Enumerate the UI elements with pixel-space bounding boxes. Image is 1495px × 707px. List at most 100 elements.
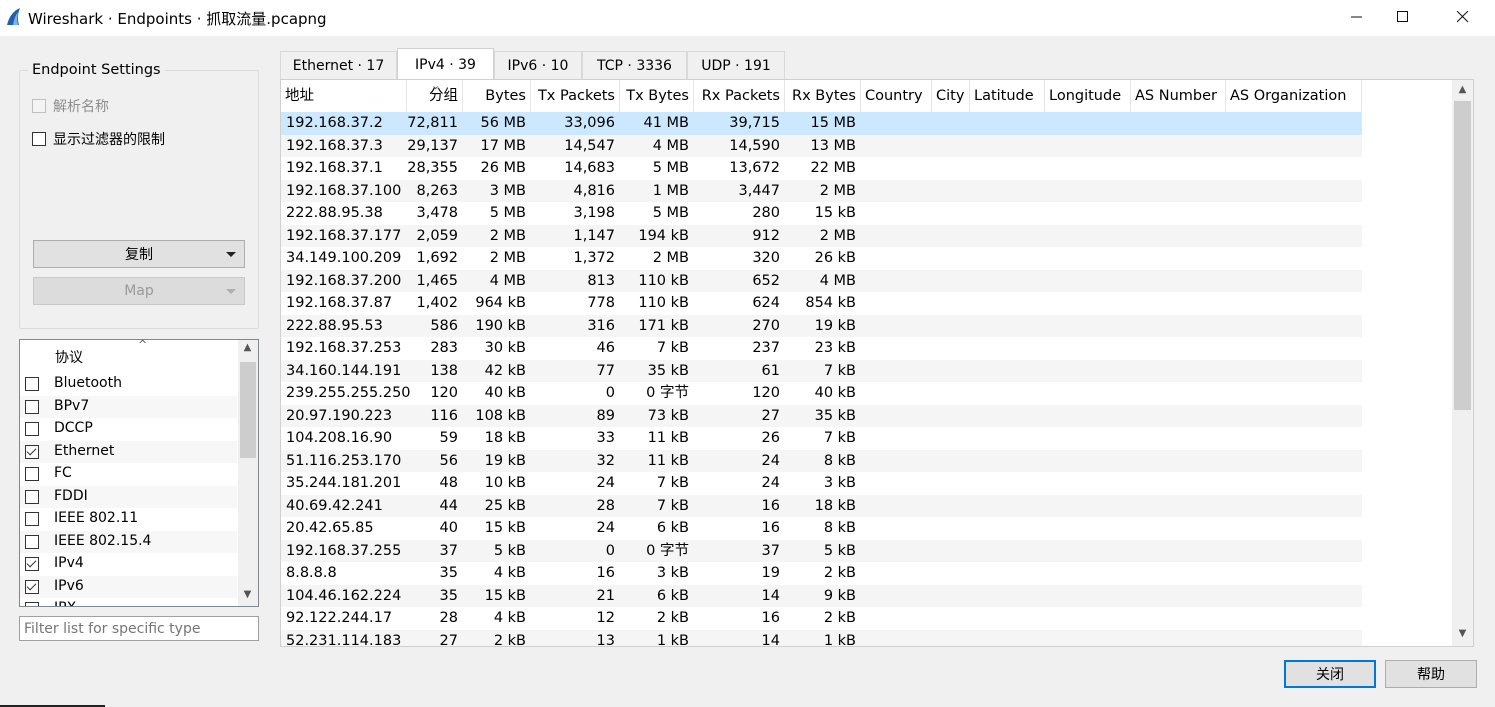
protocol-checkbox[interactable] — [25, 399, 39, 414]
chevron-down-icon — [226, 252, 236, 257]
column-header-rx-bytes[interactable]: Rx Bytes — [785, 80, 861, 112]
protocol-checkbox[interactable] — [25, 557, 39, 571]
protocol-list[interactable]: 协议 ^ Bluetooth BPv7 DCCP Ethernet FC FDDI IEEE… — [19, 339, 259, 607]
scrollbar-thumb[interactable] — [1454, 101, 1471, 410]
tab-udp[interactable]: UDP · 191 — [687, 51, 785, 79]
protocol-checkbox[interactable] — [25, 444, 39, 459]
table-row[interactable]: 92.122.244.17 28 4 kB 12 2 kB 16 2 kB — [281, 607, 1362, 630]
table-row[interactable]: 192.168.37.3 29,137 17 MB 14,547 4 MB 14,590 1… — [281, 134, 1362, 157]
protocol-list-scrollbar[interactable]: ▲ ▼ — [238, 340, 258, 606]
cell-address: 192.168.37.2 — [286, 115, 383, 131]
endpoints-table[interactable]: 地址 分组 Bytes Tx Packets Tx Bytes Rx Packets Rx … — [280, 79, 1474, 647]
table-row[interactable]: 192.168.37.200 1,465 4 MB 813 110 kB 652 4 MB — [281, 269, 1362, 292]
column-header-tx-bytes[interactable]: Tx Bytes — [620, 80, 694, 112]
column-header-city[interactable]: City — [932, 80, 970, 112]
table-row[interactable]: 40.69.42.241 44 25 kB 28 7 kB 16 18 kB — [281, 494, 1362, 517]
column-header-as-organization[interactable]: AS Organization — [1226, 80, 1362, 112]
column-header-latitude[interactable]: Latitude — [970, 80, 1045, 112]
table-row[interactable]: 192.168.37.253 283 30 kB 46 7 kB 237 23 kB — [281, 337, 1362, 360]
protocol-item[interactable]: DCCP — [20, 418, 237, 441]
protocol-item[interactable]: IPv6 — [20, 575, 237, 598]
protocol-item[interactable]: BPv7 — [20, 395, 237, 418]
protocol-checkbox[interactable] — [25, 422, 39, 436]
table-row[interactable]: 222.88.95.53 586 190 kB 316 171 kB 270 19 kB — [281, 314, 1362, 337]
protocol-item[interactable]: IPX — [20, 598, 237, 606]
column-header-tx-packets[interactable]: Tx Packets — [531, 80, 620, 112]
close-button-label: 关闭 — [1316, 667, 1344, 683]
protocol-checkbox[interactable] — [25, 512, 39, 526]
cell-bytes: 2 kB — [493, 632, 526, 647]
cell-rx-packets: 37 — [761, 542, 780, 559]
table-row[interactable]: 192.168.37.255 37 5 kB 0 0 字节 37 5 kB — [281, 539, 1362, 562]
tab-ipv6[interactable]: IPv6 · 10 — [494, 51, 582, 79]
table-row[interactable]: 192.168.37.177 2,059 2 MB 1,147 194 kB 912 2 M… — [281, 224, 1362, 247]
column-header-rx-packets[interactable]: Rx Packets — [694, 80, 785, 112]
limit-to-filter-option[interactable]: 显示过滤器的限制 — [32, 129, 165, 149]
table-row[interactable]: 34.160.144.191 138 42 kB 77 35 kB 61 7 kB — [281, 359, 1362, 382]
table-row[interactable]: 34.149.100.209 1,692 2 MB 1,372 2 MB 320 26 kB — [281, 247, 1362, 270]
protocol-item[interactable]: Ethernet — [20, 440, 237, 463]
table-row[interactable]: 192.168.37.1 28,355 26 MB 14,683 5 MB 13,672 2… — [281, 157, 1362, 180]
scroll-down-icon[interactable]: ▼ — [239, 589, 256, 600]
tab-ipv4[interactable]: IPv4 · 39 — [397, 48, 494, 80]
scroll-up-icon[interactable]: ▲ — [239, 342, 256, 353]
protocol-checkbox[interactable] — [25, 534, 39, 549]
protocol-checkbox[interactable] — [25, 579, 39, 594]
protocol-item[interactable]: FDDI — [20, 485, 237, 508]
protocol-checkbox[interactable] — [25, 602, 39, 606]
protocol-item[interactable]: IEEE 802.15.4 — [20, 530, 237, 553]
cell-rx-packets: 120 — [752, 385, 780, 401]
help-button[interactable]: 帮助 — [1385, 660, 1477, 688]
protocol-checkbox[interactable] — [25, 377, 39, 391]
column-header-country[interactable]: Country — [861, 80, 932, 112]
cell-bytes: 4 kB — [493, 565, 526, 581]
protocol-label: IPv4 — [54, 555, 84, 571]
cell-bytes: 26 MB — [480, 160, 526, 176]
cell-tx-bytes: 7 kB — [656, 475, 689, 491]
scrollbar-thumb[interactable] — [240, 362, 256, 458]
tab-ethernet[interactable]: Ethernet · 17 — [280, 51, 397, 79]
cell-packets: 586 — [430, 317, 458, 334]
cell-tx-packets: 77 — [596, 362, 615, 379]
protocol-filter-input[interactable] — [19, 616, 259, 641]
protocol-checkbox[interactable] — [25, 489, 39, 504]
column-header-as-number[interactable]: AS Number — [1131, 80, 1226, 112]
table-row[interactable]: 192.168.37.2 72,811 56 MB 33,096 41 MB 39,715… — [281, 112, 1362, 135]
protocol-checkbox[interactable] — [25, 467, 39, 481]
close-button[interactable]: 关闭 — [1284, 660, 1376, 688]
column-header-bytes[interactable]: Bytes — [463, 80, 531, 112]
table-row[interactable]: 104.46.162.224 35 15 kB 21 6 kB 14 9 kB — [281, 584, 1362, 607]
cell-packets: 116 — [430, 407, 458, 424]
column-header-address[interactable]: 地址 — [281, 80, 407, 112]
scroll-down-icon[interactable]: ▼ — [1454, 628, 1471, 639]
limit-to-filter-checkbox[interactable] — [32, 132, 46, 146]
table-row[interactable]: 239.255.255.250 120 40 kB 0 0 字节 120 40 kB — [281, 382, 1362, 405]
protocol-item[interactable]: FC — [20, 463, 237, 486]
table-row[interactable]: 222.88.95.38 3,478 5 MB 3,198 5 MB 280 15 kB — [281, 202, 1362, 225]
table-row[interactable]: 192.168.37.100 8,263 3 MB 4,816 1 MB 3,447 2 M… — [281, 179, 1362, 202]
copy-button[interactable]: 复制 — [33, 240, 245, 268]
minimize-button[interactable] — [1334, 0, 1380, 34]
table-row[interactable]: 51.116.253.170 56 19 kB 32 11 kB 24 8 kB — [281, 449, 1362, 472]
scroll-up-icon[interactable]: ▲ — [1454, 84, 1471, 95]
close-window-button[interactable] — [1440, 0, 1486, 34]
tab-tcp[interactable]: TCP · 3336 — [582, 51, 687, 79]
table-row[interactable]: 20.42.65.85 40 15 kB 24 6 kB 16 8 kB — [281, 517, 1362, 540]
table-scrollbar[interactable]: ▲ ▼ — [1452, 80, 1473, 646]
protocol-item[interactable]: Bluetooth — [20, 373, 237, 396]
cell-packets: 44 — [439, 497, 458, 514]
table-row[interactable]: 8.8.8.8 35 4 kB 16 3 kB 19 2 kB — [281, 562, 1362, 585]
cell-packets: 2,059 — [416, 227, 458, 244]
protocol-list-header[interactable]: 协议 ^ — [20, 340, 237, 370]
maximize-button[interactable] — [1380, 0, 1426, 34]
column-header-longitude[interactable]: Longitude — [1045, 80, 1131, 112]
table-row[interactable]: 35.244.181.201 48 10 kB 24 7 kB 24 3 kB — [281, 472, 1362, 495]
protocol-item[interactable]: IEEE 802.11 — [20, 508, 237, 531]
cell-address: 192.168.37.200 — [286, 272, 402, 289]
protocol-item[interactable]: IPv4 — [20, 553, 237, 576]
table-row[interactable]: 192.168.37.87 1,402 964 kB 778 110 kB 624 854 … — [281, 292, 1362, 315]
table-row[interactable]: 104.208.16.90 59 18 kB 33 11 kB 26 7 kB — [281, 427, 1362, 450]
tab-ipv6-label: IPv6 · 10 — [507, 57, 569, 74]
table-row[interactable]: 52.231.114.183 27 2 kB 13 1 kB 14 1 kB — [281, 629, 1362, 647]
table-row[interactable]: 20.97.190.223 116 108 kB 89 73 kB 27 35 kB — [281, 404, 1362, 427]
